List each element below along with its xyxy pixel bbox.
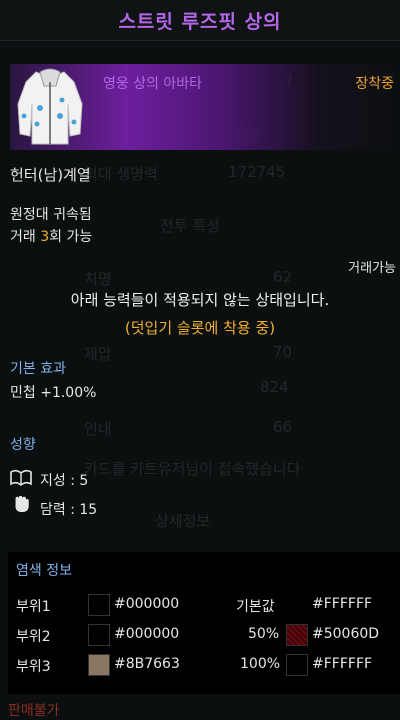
basic-effect-value: 민첩 +1.00% bbox=[10, 385, 97, 401]
item-header: 영웅 상의 아바타 장착중 bbox=[10, 64, 398, 150]
bind-status: 원정대 귀속됨 bbox=[10, 207, 92, 223]
tendency-item-courage: 담력 : 15 bbox=[40, 502, 98, 518]
dye-hex: #000000 bbox=[114, 596, 180, 612]
dye-hex: #8B7663 bbox=[114, 656, 180, 672]
notice-sub: (덧입기 슬롯에 착용 중) bbox=[124, 319, 276, 337]
dye-swatch bbox=[88, 654, 110, 676]
item-title: 스트릿 루즈핏 상의 bbox=[118, 10, 282, 33]
dye-pattern-hex: #50060D bbox=[312, 626, 380, 642]
sell-restriction-label: 판매불가 bbox=[8, 703, 60, 719]
notice-main: 아래 능력들이 적용되지 않는 상태입니다. bbox=[70, 291, 330, 309]
dye-part-label: 부위2 bbox=[16, 629, 51, 645]
fist-icon bbox=[15, 495, 29, 513]
dye-pattern-swatch bbox=[286, 624, 308, 646]
dye-row: 부위2 #000000 50% #50060D bbox=[8, 624, 400, 648]
dye-swatch bbox=[88, 594, 110, 616]
tradeable-label: 거래가능 bbox=[348, 261, 396, 276]
trade-prefix: 거래 bbox=[10, 229, 41, 245]
book-icon bbox=[10, 469, 32, 487]
dye-part-label: 부위1 bbox=[16, 599, 51, 615]
dye-pattern-hex: #FFFFFF bbox=[312, 656, 373, 672]
dye-pattern-swatch bbox=[286, 654, 308, 676]
dye-hex: #000000 bbox=[114, 626, 180, 642]
trade-count: 3 bbox=[40, 229, 50, 245]
dye-title: 염색 정보 bbox=[16, 563, 72, 579]
class-restriction: 헌터(남)계열 bbox=[10, 166, 91, 184]
trade-count-line: 거래 3회 가능 bbox=[10, 226, 92, 246]
dye-default-hex: #FFFFFF bbox=[312, 596, 373, 612]
item-type-label: 영웅 상의 아바타 bbox=[103, 76, 203, 92]
equip-status: 장착중 bbox=[355, 76, 394, 92]
dye-percent: 100% bbox=[240, 656, 281, 672]
dye-info-panel: 염색 정보 부위1 #000000 기본값 #FFFFFF 부위2 #00000… bbox=[8, 552, 400, 694]
dye-default-label: 기본값 bbox=[236, 599, 275, 615]
dye-swatch bbox=[88, 624, 110, 646]
dye-percent: 50% bbox=[248, 626, 280, 642]
tendency-label: 성향 bbox=[10, 437, 36, 453]
dye-row: 부위3 #8B7663 100% #FFFFFF bbox=[8, 654, 400, 678]
jacket-icon bbox=[17, 68, 83, 145]
dye-part-label: 부위3 bbox=[16, 659, 51, 675]
tendency-item-intellect: 지성 : 5 bbox=[40, 473, 89, 489]
basic-effect-label: 기본 효과 bbox=[10, 361, 66, 377]
dye-row: 부위1 #000000 기본값 #FFFFFF bbox=[8, 594, 400, 618]
trade-suffix: 회 가능 bbox=[49, 229, 93, 245]
title-bar: 스트릿 루즈핏 상의 bbox=[0, 0, 400, 41]
